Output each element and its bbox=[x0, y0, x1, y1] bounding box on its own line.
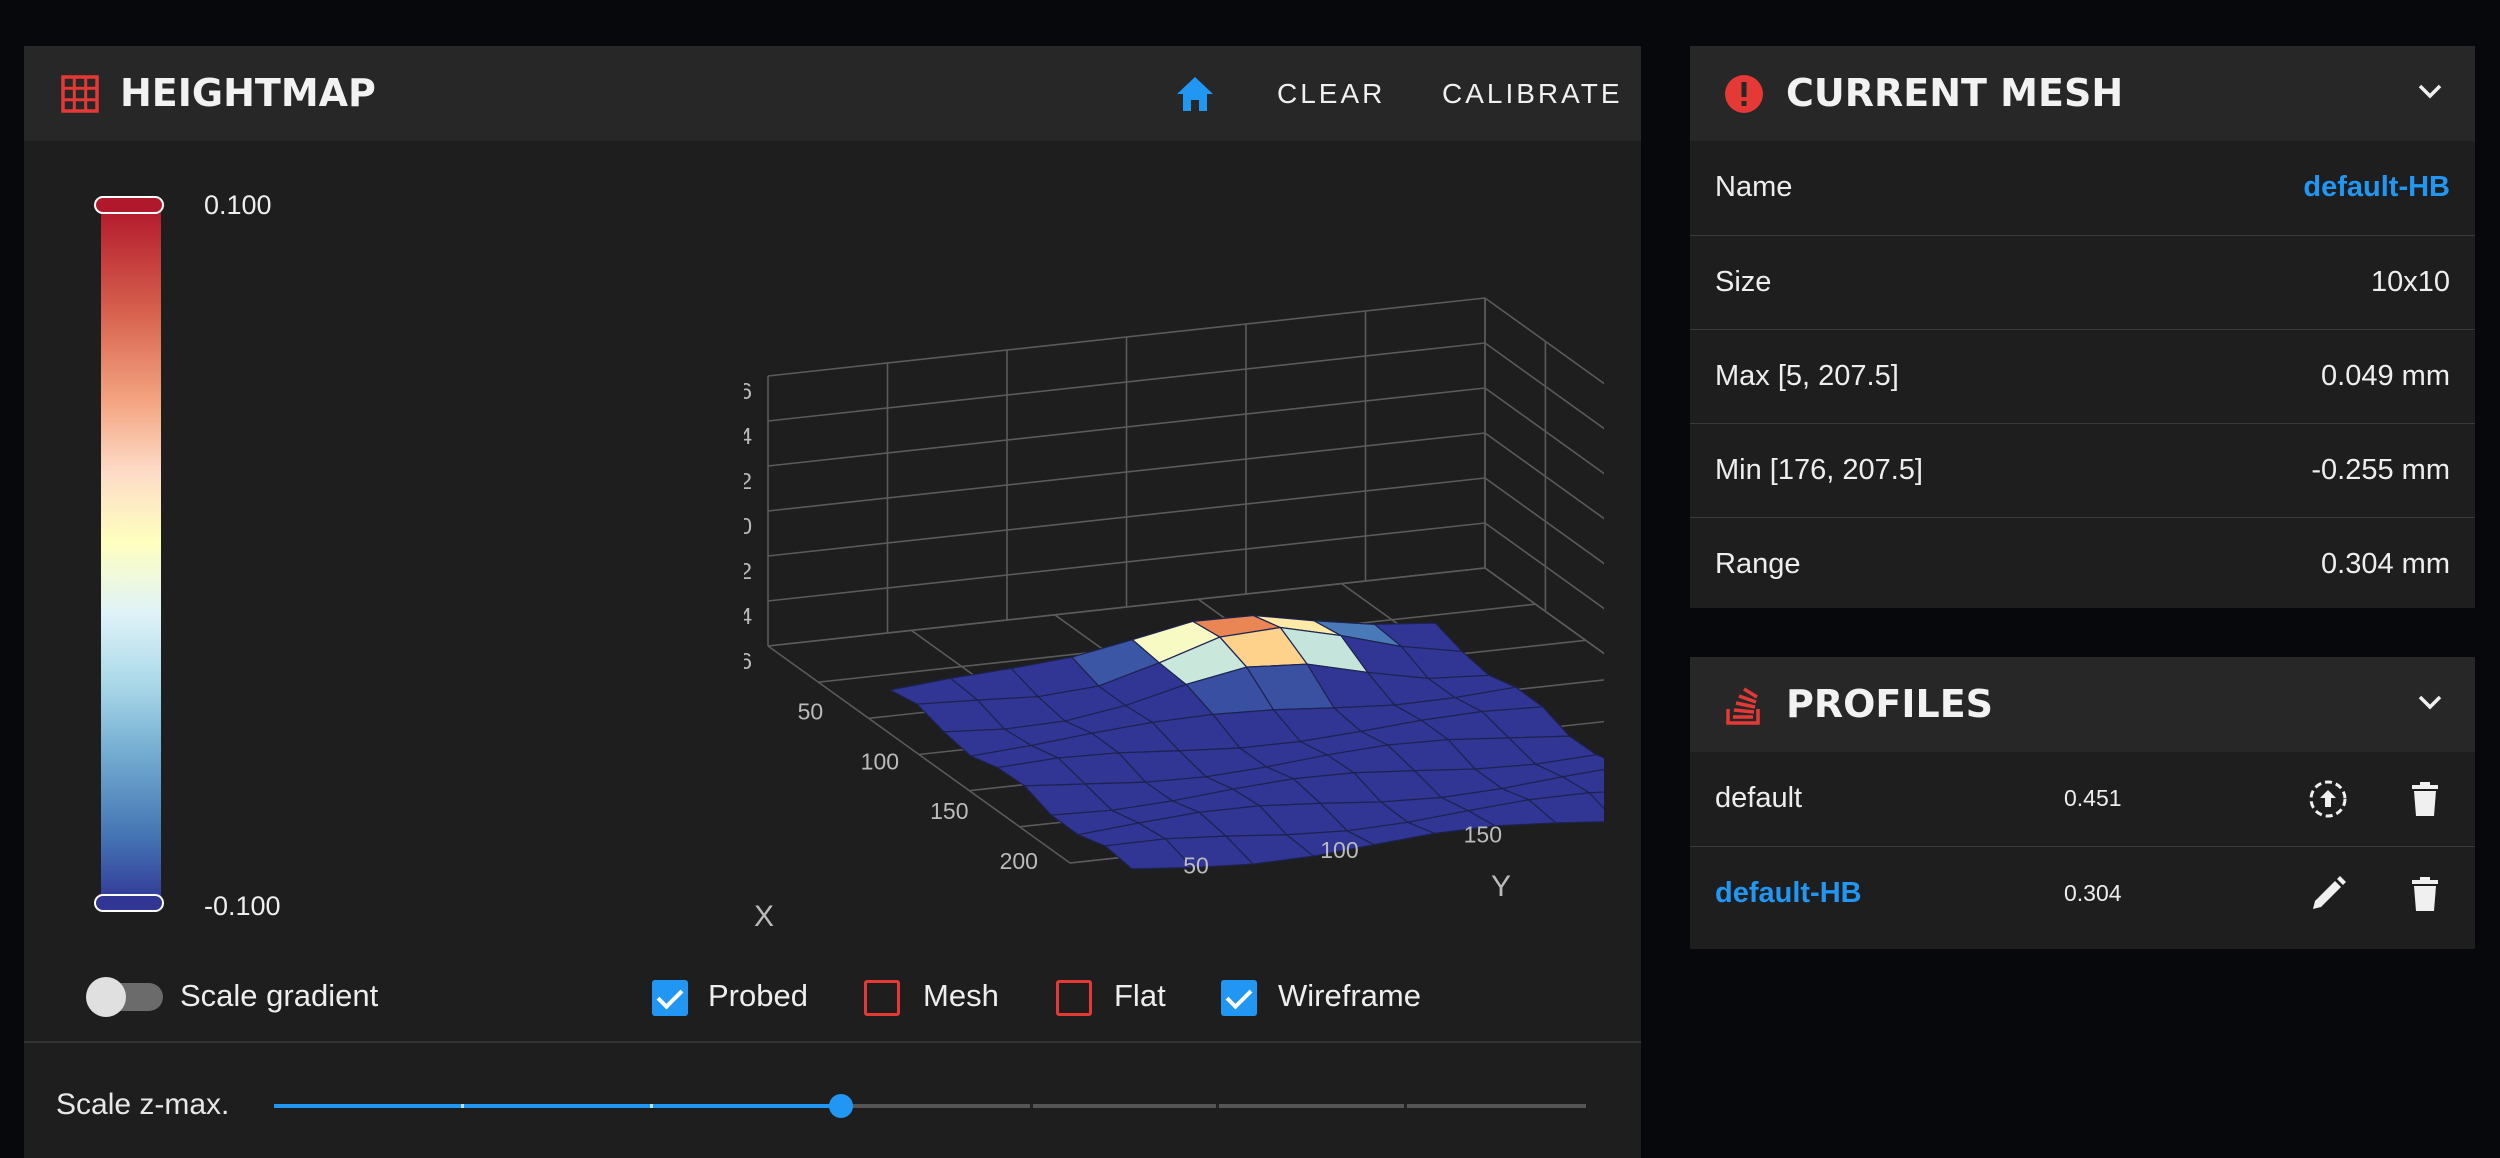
mesh-row-max: Max [5, 207.5] 0.049 mm bbox=[1690, 329, 2475, 423]
y-axis-title: Y bbox=[1491, 870, 1511, 903]
profile-range: 0.451 bbox=[2064, 785, 2122, 811]
current-mesh-header: CURRENT MESH bbox=[1690, 46, 2475, 141]
mesh-label: Mesh bbox=[923, 978, 999, 1013]
y-tick-label: 50 bbox=[1183, 853, 1209, 879]
grid-line bbox=[1484, 477, 1604, 565]
slider-tick bbox=[1404, 1104, 1407, 1108]
delete-icon[interactable] bbox=[2404, 873, 2446, 915]
scale-gradient-label: Scale gradient bbox=[180, 978, 379, 1013]
grid-line bbox=[1484, 297, 1604, 385]
z-tick-label: 0.4 bbox=[744, 423, 752, 449]
y-tick-label: 100 bbox=[1320, 837, 1358, 863]
mesh-row-value: -0.255 mm bbox=[2311, 454, 2450, 486]
slider-tick bbox=[461, 1104, 464, 1108]
flat-checkbox[interactable] bbox=[1056, 980, 1092, 1016]
profile-name[interactable]: default-HB bbox=[1715, 847, 1862, 940]
mesh-row-range: Range 0.304 mm bbox=[1690, 517, 2475, 611]
z-tick-label: 0 bbox=[744, 513, 752, 539]
scale-zmax-track-filled[interactable] bbox=[274, 1104, 841, 1108]
delete-icon[interactable] bbox=[2404, 778, 2446, 820]
chevron-down-icon[interactable] bbox=[2415, 687, 2445, 717]
x-tick-label: 200 bbox=[1000, 848, 1038, 874]
flat-label: Flat bbox=[1114, 978, 1166, 1013]
home-icon[interactable] bbox=[1174, 74, 1216, 114]
grid-icon bbox=[61, 75, 99, 113]
slider-tick bbox=[650, 1104, 653, 1108]
legend-min-label: -0.100 bbox=[204, 891, 281, 921]
mesh-row-size: Size 10x10 bbox=[1690, 235, 2475, 329]
stack-icon bbox=[1726, 687, 1760, 725]
current-mesh-title: CURRENT MESH bbox=[1786, 71, 2124, 115]
chevron-down-icon[interactable] bbox=[2415, 76, 2445, 106]
color-scale-bar bbox=[101, 206, 161, 906]
calibrate-button[interactable]: CALIBRATE bbox=[1442, 46, 1623, 141]
probed-checkbox[interactable] bbox=[652, 980, 688, 1016]
probed-label: Probed bbox=[708, 978, 808, 1013]
info-icon bbox=[1725, 75, 1763, 113]
mesh-name-link[interactable]: default-HB bbox=[2303, 141, 2450, 234]
mesh-row-label: Name bbox=[1715, 171, 1793, 203]
profile-range: 0.304 bbox=[2064, 880, 2122, 906]
mesh-row-value: 0.049 mm bbox=[2321, 360, 2450, 392]
z-tick-label: 0.2 bbox=[744, 468, 752, 494]
profiles-card: PROFILES default 0.451 default-HB 0.304 bbox=[1690, 657, 2475, 949]
legend-min-handle[interactable] bbox=[94, 894, 164, 912]
z-tick-label: 0.6 bbox=[744, 378, 752, 404]
mesh-row-label: Size bbox=[1715, 266, 1772, 298]
heightmap-title: HEIGHTMAP bbox=[120, 71, 376, 115]
grid-line bbox=[1484, 342, 1604, 430]
profiles-header: PROFILES bbox=[1690, 657, 2475, 752]
scale-zmax-thumb[interactable] bbox=[829, 1094, 853, 1118]
z-tick-label: -0.2 bbox=[744, 558, 752, 584]
profile-name[interactable]: default bbox=[1715, 752, 1802, 845]
mesh-row-label: Max [5, 207.5] bbox=[1715, 360, 1899, 392]
x-tick-label: 150 bbox=[930, 798, 968, 824]
slider-tick bbox=[1216, 1104, 1219, 1108]
wireframe-checkbox[interactable] bbox=[1221, 980, 1257, 1016]
slider-tick bbox=[1030, 1104, 1033, 1108]
heightmap-3d-plot[interactable]: 0.60.40.20-0.2-0.4-0.6Z50100150200X50100… bbox=[744, 276, 1604, 1006]
heightmap-header: HEIGHTMAP CLEAR CALIBRATE bbox=[24, 46, 1641, 141]
legend-max-handle[interactable] bbox=[94, 196, 164, 214]
scale-zmax-track[interactable] bbox=[841, 1104, 1586, 1108]
z-tick-label: -0.4 bbox=[744, 603, 752, 629]
grid-line bbox=[1484, 387, 1604, 475]
legend-max-label: 0.100 bbox=[204, 190, 272, 220]
x-tick-label: 50 bbox=[798, 698, 824, 724]
scale-gradient-toggle-knob[interactable] bbox=[86, 977, 126, 1017]
edit-icon[interactable] bbox=[2307, 873, 2349, 915]
wireframe-label: Wireframe bbox=[1278, 978, 1421, 1013]
mesh-row-label: Range bbox=[1715, 548, 1801, 580]
load-profile-icon[interactable] bbox=[2307, 778, 2349, 820]
mesh-row-label: Min [176, 207.5] bbox=[1715, 454, 1923, 486]
mesh-row-value: 0.304 mm bbox=[2321, 548, 2450, 580]
grid-line bbox=[1484, 432, 1604, 520]
clear-button[interactable]: CLEAR bbox=[1277, 46, 1385, 141]
scale-zmax-label: Scale z-max. bbox=[56, 1088, 230, 1121]
current-mesh-card: CURRENT MESH Name default-HB Size 10x10 … bbox=[1690, 46, 2475, 608]
mesh-row-value: 10x10 bbox=[2370, 266, 2450, 298]
divider bbox=[24, 1041, 1641, 1043]
x-tick-label: 100 bbox=[861, 748, 899, 774]
heightmap-card: HEIGHTMAP CLEAR CALIBRATE 0.100 -0.100 0… bbox=[24, 46, 1641, 1158]
mesh-row-name: Name default-HB bbox=[1690, 141, 2475, 234]
profiles-title: PROFILES bbox=[1786, 682, 1994, 726]
y-tick-label: 150 bbox=[1464, 821, 1502, 847]
mesh-row-min: Min [176, 207.5] -0.255 mm bbox=[1690, 423, 2475, 517]
x-axis-title: X bbox=[754, 900, 774, 933]
mesh-checkbox[interactable] bbox=[864, 980, 900, 1016]
z-tick-label: -0.6 bbox=[744, 648, 752, 674]
profile-row: default 0.451 bbox=[1690, 752, 2475, 845]
profile-row: default-HB 0.304 bbox=[1690, 846, 2475, 940]
